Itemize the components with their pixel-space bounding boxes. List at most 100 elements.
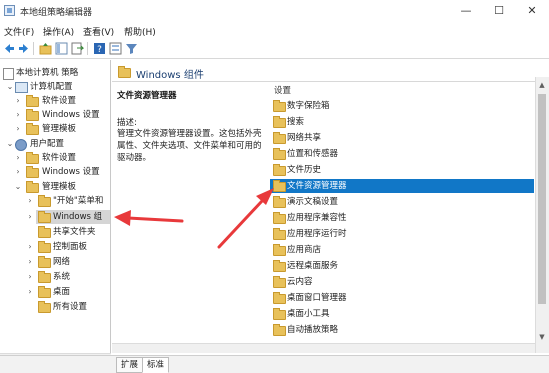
settings-row[interactable]: 桌面窗口管理器 [270,291,534,305]
window-title: 本地组策略编辑器 [20,8,93,18]
tree-node-label: 管理模板 [42,124,77,134]
toolbar-separator [87,42,88,55]
chevron-right-icon[interactable]: › [14,94,22,108]
chevron-right-icon[interactable]: › [14,151,22,165]
settings-row[interactable]: 位置和传感器 [270,147,534,161]
settings-row[interactable]: 网络共享 [270,131,534,145]
settings-row[interactable]: 自动播放策略 [270,323,534,337]
close-button[interactable]: ✕ [515,0,549,22]
folder-icon [38,195,51,207]
chevron-down-icon[interactable]: ⌄ [6,137,14,151]
tree-node-label: 共享文件夹 [53,227,96,237]
svg-text:?: ? [97,45,102,55]
settings-row[interactable]: 应用程序运行时 [270,227,534,241]
tree-node-label: 用户配置 [30,139,65,149]
settings-column-header[interactable]: 设置 [274,84,291,96]
settings-row[interactable]: 文件历史 [270,163,534,177]
folder-icon [26,152,39,164]
up-folder-icon[interactable] [39,42,52,55]
maximize-button[interactable]: ☐ [482,0,516,22]
chevron-right-icon[interactable]: › [26,285,34,299]
settings-row[interactable]: 桌面小工具 [270,307,534,321]
back-icon[interactable] [3,42,16,55]
tree-node-windows-components[interactable]: Windows 组 [36,210,110,224]
chevron-down-icon[interactable]: ⌄ [6,80,14,94]
chevron-right-icon[interactable]: › [26,240,34,254]
chevron-right-icon[interactable]: › [14,108,22,122]
vertical-scrollbar-thumb[interactable] [538,94,546,304]
description-heading: 描述: [117,118,137,128]
settings-row[interactable]: 云内容 [270,275,534,289]
menu-action[interactable]: 操作(A) [43,25,74,38]
folder-icon [26,166,39,178]
chevron-right-icon[interactable]: › [26,194,34,208]
folder-icon [273,148,286,160]
tree-node-label: 系统 [53,272,71,282]
folder-icon [38,256,51,268]
open-folder-icon [38,211,51,223]
folder-icon [26,123,39,135]
show-hide-tree-icon[interactable] [55,42,68,55]
folder-icon [273,100,286,112]
folder-icon [273,164,286,176]
folder-icon [26,181,39,193]
folder-icon [38,301,51,313]
chevron-down-icon[interactable]: ⌄ [14,180,22,194]
folder-icon [273,244,286,256]
policy-editor-app-icon [4,5,15,16]
content-header-title: Windows 组件 [136,70,204,81]
content-header: Windows 组件 [112,62,549,82]
menu-view[interactable]: 查看(V) [83,25,114,38]
folder-icon [273,260,286,272]
minimize-button[interactable]: — [449,0,483,22]
settings-row-selected[interactable]: 文件资源管理器 [270,179,534,193]
description-text: 管理文件资源管理器设置。这包括外壳属性、文件夹选项、文件菜单和可用的驱动器。 [117,129,262,163]
menu-file[interactable]: 文件(F) [4,25,34,38]
chevron-right-icon[interactable]: › [26,210,34,224]
settings-row[interactable]: 演示文稿设置 [270,195,534,209]
tree-node-label: 网络 [53,257,71,267]
tree-node-label: 软件设置 [42,96,77,106]
settings-row[interactable]: 搜索 [270,115,534,129]
tree-node-label: Windows 设置 [42,167,100,177]
folder-icon [273,212,286,224]
folder-icon [38,271,51,283]
properties-icon[interactable] [109,42,122,55]
scroll-up-arrow-icon[interactable]: ▲ [535,79,549,91]
tree-node-label: "开始"菜单和 [53,196,104,206]
chevron-right-icon[interactable]: › [14,165,22,179]
folder-icon [273,116,286,128]
view-tab-bar: 扩展 标准 [0,355,549,373]
menu-help[interactable]: 帮助(H) [124,25,156,38]
tree-node-label: 软件设置 [42,153,77,163]
chevron-right-icon[interactable]: › [26,255,34,269]
tree-node-label: 管理模板 [42,182,77,192]
toolbar-separator [33,42,34,55]
settings-row[interactable]: 应用程序兼容性 [270,211,534,225]
filter-icon[interactable] [125,42,138,55]
forward-icon[interactable] [17,42,30,55]
folder-icon [273,196,286,208]
settings-row[interactable]: 远程桌面服务 [270,259,534,273]
scroll-down-arrow-icon[interactable]: ▼ [535,331,549,343]
folder-icon [273,228,286,240]
tree-node-label: 控制面板 [53,242,88,252]
tab-extended[interactable]: 扩展 [116,357,144,373]
help-icon[interactable]: ? [93,42,106,55]
folder-icon [38,241,51,253]
export-list-icon[interactable] [71,42,84,55]
tab-standard[interactable]: 标准 [142,357,170,373]
chevron-right-icon[interactable]: › [14,122,22,136]
content-horizontal-scrollbar[interactable] [112,343,535,353]
chevron-right-icon[interactable]: › [26,270,34,284]
settings-row[interactable]: 应用商店 [270,243,534,257]
folder-icon [273,292,286,304]
folder-icon [26,95,39,107]
folder-icon [273,180,286,192]
tree-node-label: Windows 组 [53,212,103,222]
settings-row[interactable]: 数字保险箱 [270,99,534,113]
tree-node-label: Windows 设置 [42,110,100,120]
folder-icon [273,132,286,144]
folder-icon [26,109,39,121]
folder-icon [273,276,286,288]
